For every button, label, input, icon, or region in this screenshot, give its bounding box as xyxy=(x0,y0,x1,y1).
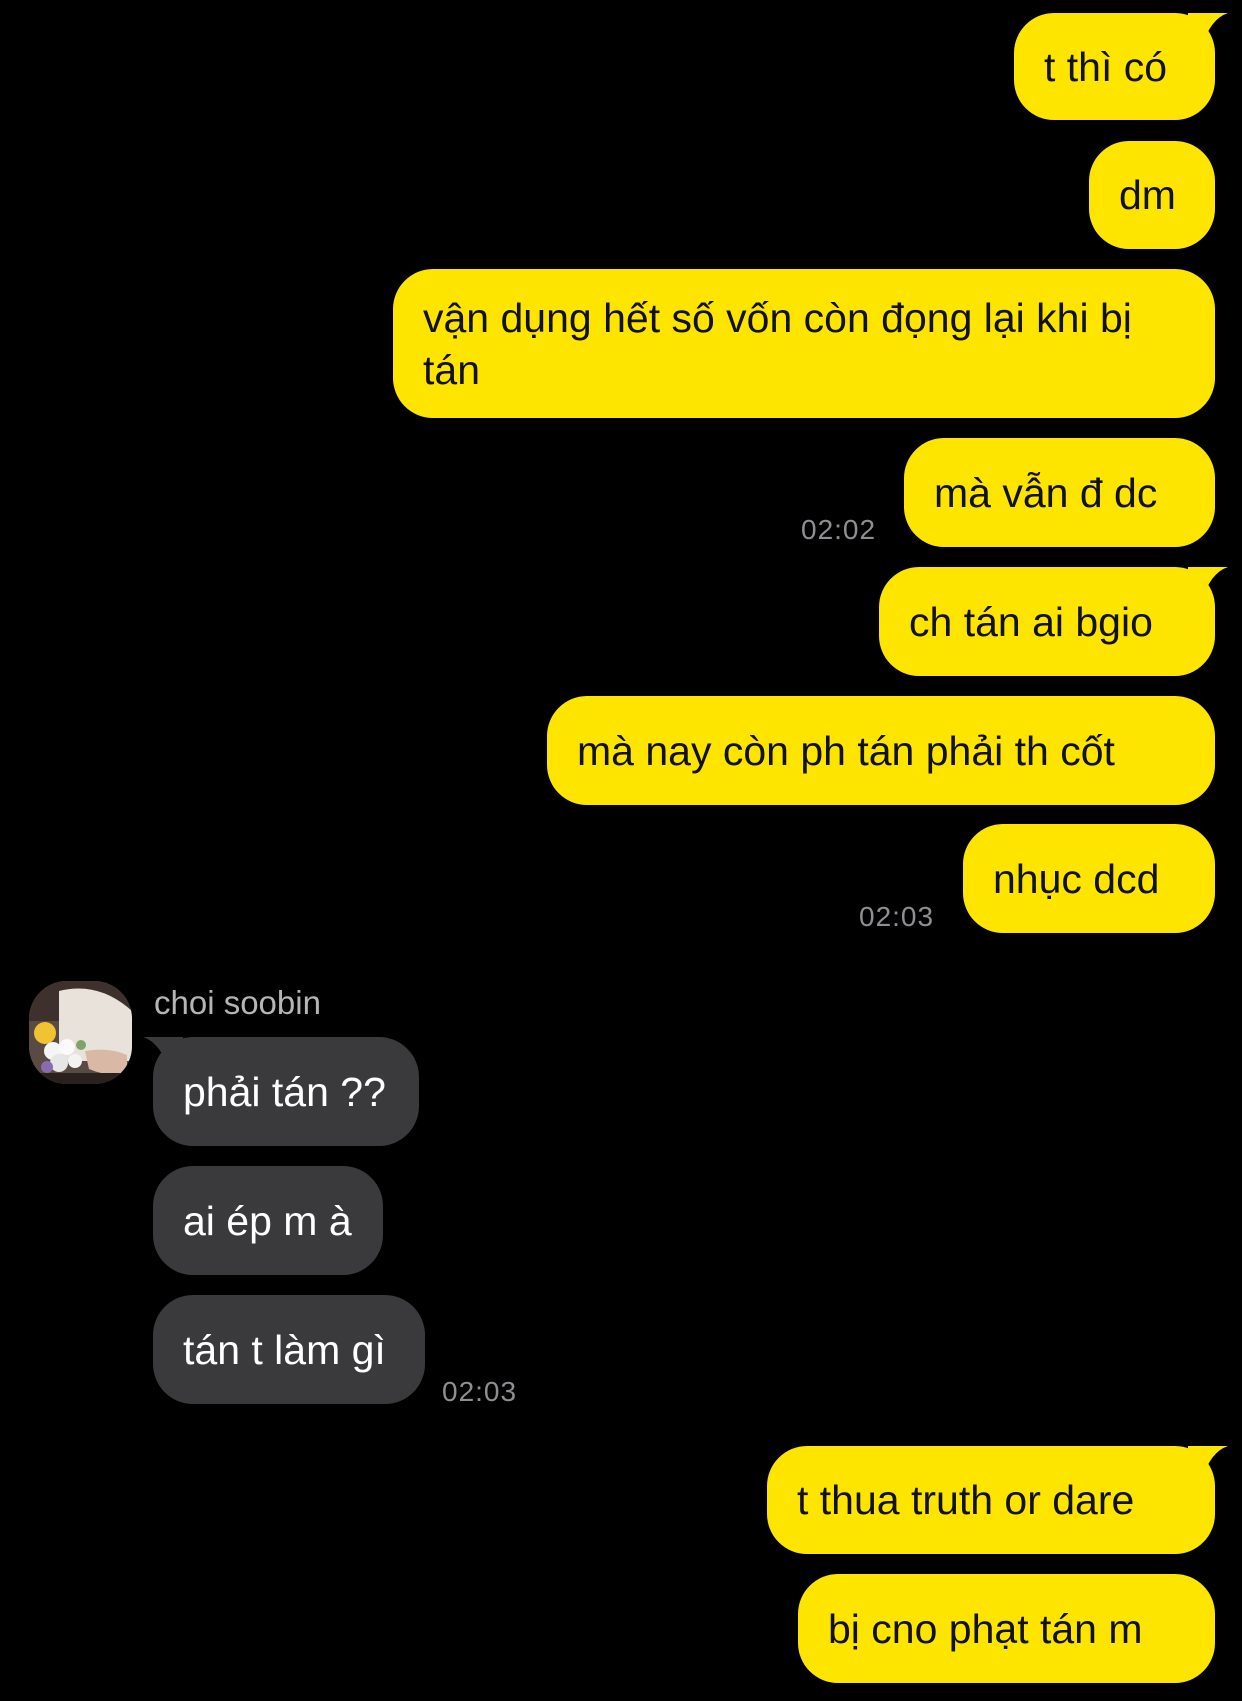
chat-thread[interactable]: t thì có dm vận dụng hết số vốn còn đọng… xyxy=(0,0,1242,1701)
outgoing-message[interactable]: vận dụng hết số vốn còn đọng lại khi bị … xyxy=(393,269,1215,418)
avatar-photo-flowers-icon xyxy=(29,981,132,1084)
message-timestamp: 02:02 xyxy=(801,514,877,545)
outgoing-message[interactable]: t thì có xyxy=(1014,13,1215,120)
bubble-tail-icon xyxy=(143,1037,183,1071)
bubble-tail-icon xyxy=(1188,13,1228,47)
message-timestamp: 02:03 xyxy=(442,1376,518,1407)
bubble-tail-icon xyxy=(1188,567,1228,601)
outgoing-message[interactable]: mà nay còn ph tán phải th cốt xyxy=(547,696,1215,805)
outgoing-message[interactable]: dm xyxy=(1089,141,1215,249)
message-timestamp: 02:03 xyxy=(859,901,935,932)
outgoing-message[interactable]: bị cno phạt tán m xyxy=(798,1574,1215,1683)
incoming-message[interactable]: phải tán ?? xyxy=(153,1037,419,1146)
bubble-tail-icon xyxy=(1188,1446,1228,1480)
outgoing-message[interactable]: nhục dcd xyxy=(963,824,1215,933)
outgoing-message[interactable]: t thua truth or dare xyxy=(767,1446,1215,1554)
outgoing-message[interactable]: mà vẫn đ dc xyxy=(904,438,1215,547)
contact-avatar[interactable] xyxy=(29,981,132,1084)
contact-name: choi soobin xyxy=(154,984,321,1021)
incoming-message[interactable]: ai ép m à xyxy=(153,1166,383,1275)
outgoing-message[interactable]: ch tán ai bgio xyxy=(879,567,1215,676)
incoming-message[interactable]: tán t làm gì xyxy=(153,1295,425,1404)
